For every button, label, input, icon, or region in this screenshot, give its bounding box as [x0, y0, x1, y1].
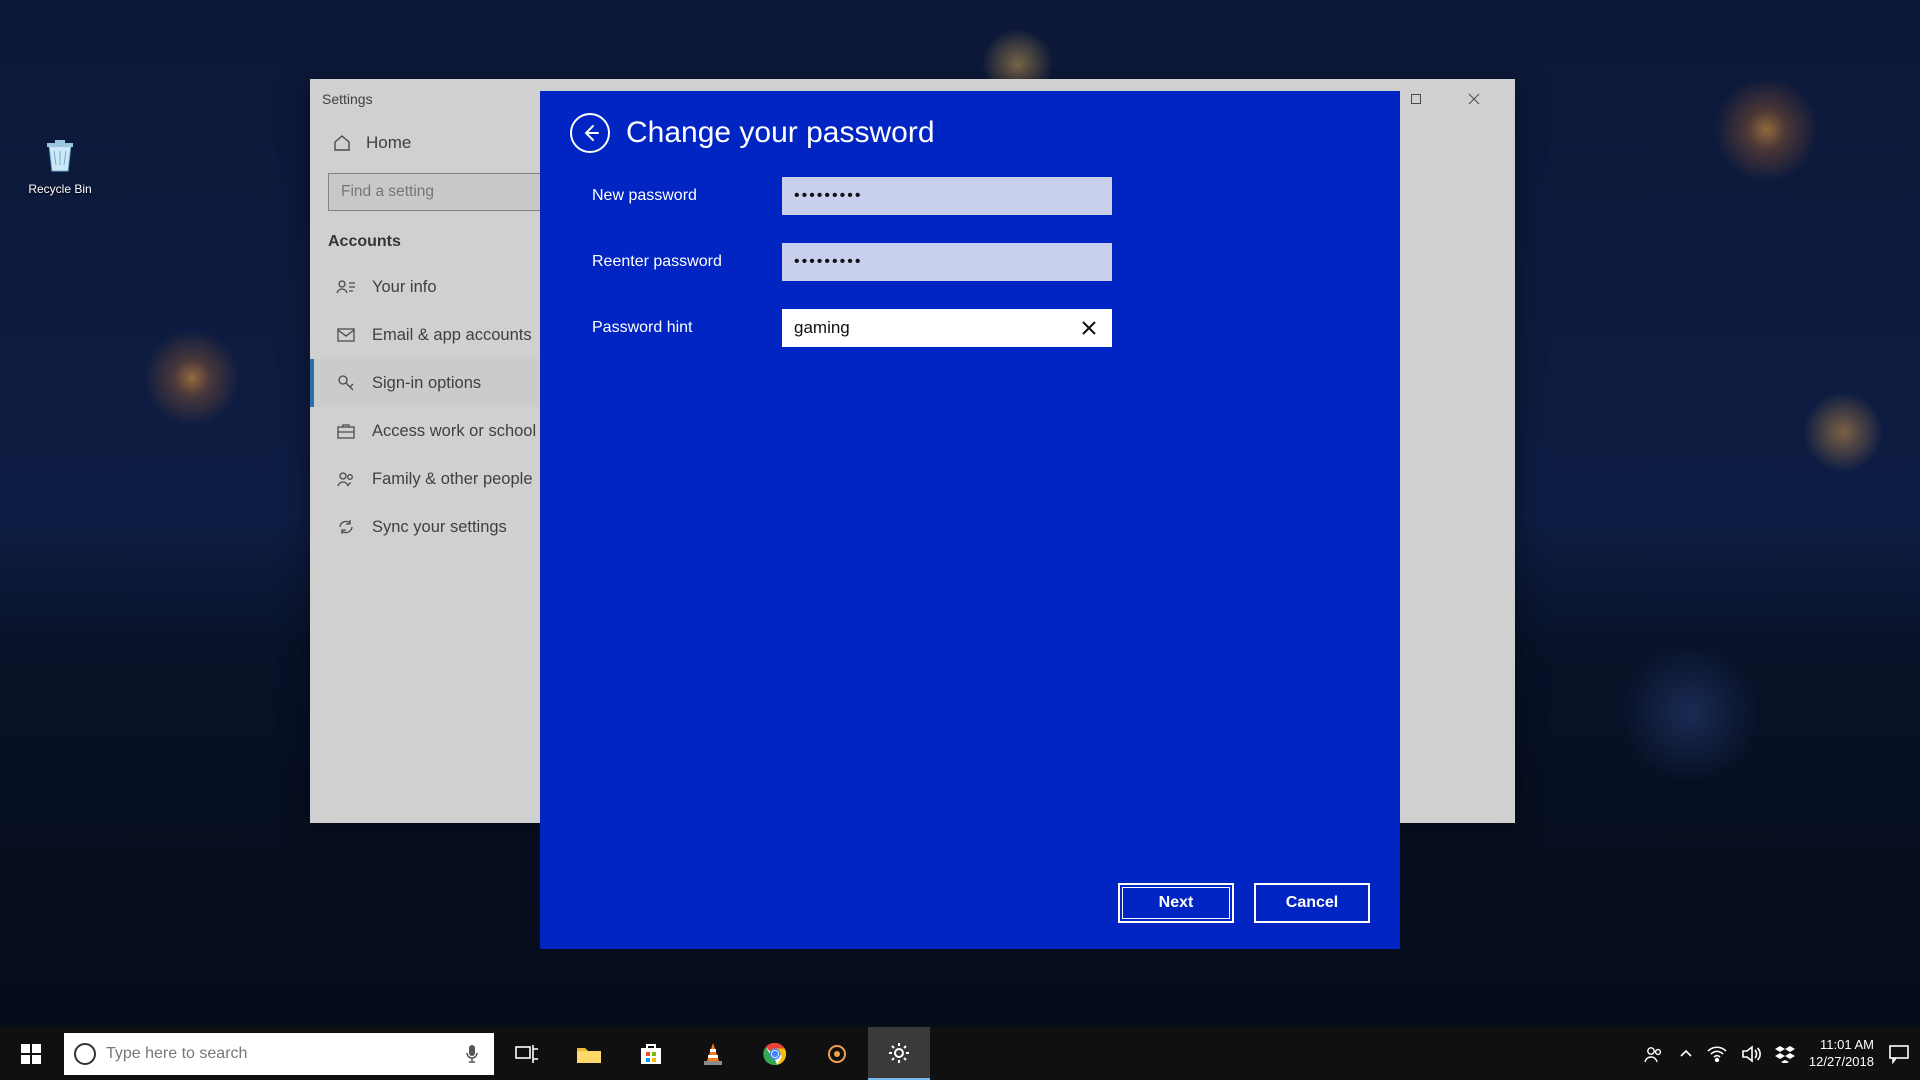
clock-time: 11:01 AM — [1809, 1037, 1874, 1053]
action-center-icon[interactable] — [1888, 1044, 1910, 1064]
change-password-modal: Change your password New password Reente… — [540, 91, 1400, 949]
taskbar-clock[interactable]: 11:01 AM 12/27/2018 — [1809, 1037, 1874, 1070]
store-icon — [638, 1041, 664, 1067]
start-button[interactable] — [0, 1027, 62, 1080]
chrome-icon — [762, 1041, 788, 1067]
sidebar-item-label: Email & app accounts — [372, 326, 532, 345]
sidebar-item-label: Access work or school — [372, 422, 536, 441]
taskbar-search[interactable]: Type here to search — [64, 1033, 494, 1075]
sidebar-item-label: Sync your settings — [372, 518, 507, 537]
modal-title: Change your password — [626, 116, 935, 150]
sync-icon — [336, 517, 356, 537]
new-password-label: New password — [592, 187, 782, 205]
reenter-password-input[interactable] — [782, 243, 1112, 281]
reenter-password-label: Reenter password — [592, 253, 782, 271]
next-button[interactable]: Next — [1118, 883, 1234, 923]
microphone-icon[interactable] — [464, 1044, 484, 1064]
sidebar-item-label: Sign-in options — [372, 374, 481, 393]
clear-input-button[interactable] — [1072, 309, 1106, 347]
back-button[interactable] — [570, 113, 610, 153]
window-close-button[interactable] — [1445, 79, 1503, 119]
recycle-bin-icon — [36, 130, 84, 178]
sun-gear-icon — [824, 1041, 850, 1067]
cortana-icon — [74, 1043, 96, 1065]
folder-icon — [575, 1042, 603, 1066]
taskbar: Type here to search 11:01 AM 12/27/2018 — [0, 1027, 1920, 1080]
people-tray-icon[interactable] — [1643, 1043, 1665, 1065]
sidebar-item-label: Family & other people — [372, 470, 533, 489]
task-view-icon — [514, 1043, 540, 1065]
clock-date: 12/27/2018 — [1809, 1054, 1874, 1070]
vlc-button[interactable] — [682, 1027, 744, 1080]
home-label: Home — [366, 133, 411, 153]
password-hint-label: Password hint — [592, 319, 782, 337]
key-icon — [336, 373, 356, 393]
home-icon — [332, 133, 352, 153]
close-icon — [1081, 320, 1097, 336]
task-view-button[interactable] — [496, 1027, 558, 1080]
password-hint-input[interactable] — [782, 309, 1112, 347]
tray-chevron-icon[interactable] — [1679, 1047, 1693, 1061]
settings-taskbar-button[interactable] — [868, 1027, 930, 1080]
vlc-icon — [701, 1041, 725, 1067]
file-explorer-button[interactable] — [558, 1027, 620, 1080]
microsoft-store-button[interactable] — [620, 1027, 682, 1080]
cancel-button[interactable]: Cancel — [1254, 883, 1370, 923]
system-tray: 11:01 AM 12/27/2018 — [1633, 1037, 1920, 1070]
recycle-bin[interactable]: Recycle Bin — [14, 130, 106, 196]
briefcase-icon — [336, 421, 356, 441]
wifi-icon[interactable] — [1707, 1046, 1727, 1062]
people-icon — [336, 469, 356, 489]
mail-icon — [336, 325, 356, 345]
window-title: Settings — [322, 91, 373, 107]
chrome-button[interactable] — [744, 1027, 806, 1080]
windows-icon — [20, 1043, 42, 1065]
volume-icon[interactable] — [1741, 1045, 1761, 1063]
recycle-bin-label: Recycle Bin — [14, 182, 106, 196]
dropbox-tray-icon[interactable] — [1775, 1045, 1795, 1063]
new-password-input[interactable] — [782, 177, 1112, 215]
arrow-left-icon — [579, 122, 601, 144]
person-card-icon — [336, 277, 356, 297]
gear-icon — [886, 1040, 912, 1066]
taskbar-search-placeholder: Type here to search — [106, 1045, 454, 1063]
sidebar-item-label: Your info — [372, 278, 437, 297]
app-button[interactable] — [806, 1027, 868, 1080]
